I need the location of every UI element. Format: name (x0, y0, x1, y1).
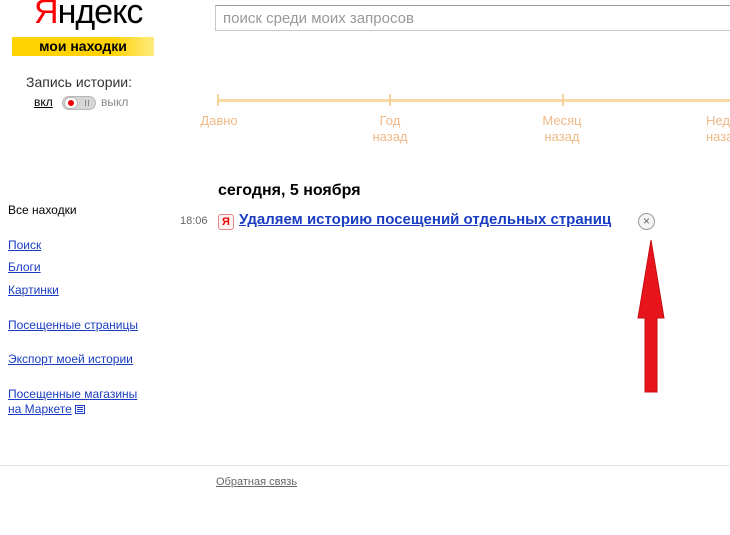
yandex-favicon-icon: Я (218, 214, 234, 230)
timeline-label-line: Давно (200, 113, 238, 128)
sidebar-item-search[interactable]: Поиск (8, 238, 41, 253)
timeline-label-line: назад (706, 129, 730, 144)
history-entry-link[interactable]: Удаляем историю посещений отдельных стра… (239, 211, 611, 228)
timeline-label-week[interactable]: Неделю назад (706, 113, 730, 145)
sidebar-item-images[interactable]: Картинки (8, 283, 59, 298)
toggle-pause-icon (85, 100, 89, 106)
sidebar-item-market-shops[interactable]: Посещенные магазины на Маркете (8, 387, 137, 417)
market-link-line[interactable]: Посещенные магазины (8, 387, 137, 402)
timeline-tick (562, 94, 564, 106)
market-link-line[interactable]: на Маркете (8, 402, 72, 416)
timeline-label-long-ago[interactable]: Давно (184, 113, 254, 129)
timeline-slider[interactable] (218, 99, 730, 102)
sidebar-item-visited-pages[interactable]: Посещенные страницы (8, 318, 138, 333)
timeline-label-line: назад (544, 129, 580, 144)
logo-letters-rest: ндекс (57, 0, 144, 31)
toggle-knob-icon (64, 97, 78, 109)
service-name: мои находки (12, 37, 154, 56)
external-window-icon (74, 405, 85, 414)
logo-letter-ya: Я (34, 0, 59, 31)
feedback-link[interactable]: Обратная связь (216, 476, 297, 488)
day-heading: сегодня, 5 ноября (218, 182, 361, 199)
timeline-label-year[interactable]: Год назад (355, 113, 425, 145)
logo-wordmark: Яндекс (34, 0, 144, 32)
red-arrow-annotation (637, 240, 665, 393)
footer-divider (0, 465, 730, 466)
timeline-label-line: Месяц (542, 113, 582, 128)
timeline-label-month[interactable]: Месяц назад (527, 113, 597, 145)
timeline-label-line: Неделю (706, 113, 730, 128)
remove-entry-button[interactable]: × (638, 213, 655, 230)
timeline-tick (389, 94, 391, 106)
history-search-input[interactable] (215, 5, 730, 31)
timeline-label-line: назад (372, 129, 408, 144)
sidebar-item-blogs[interactable]: Блоги (8, 260, 41, 275)
history-record-label: Запись истории: (26, 74, 133, 90)
history-toggle-switch[interactable] (62, 96, 96, 110)
timeline-label-line: Год (379, 113, 401, 128)
sidebar-all-finds: Все находки (8, 203, 77, 217)
entry-time: 18:06 (180, 215, 208, 227)
timeline-tick (217, 94, 219, 106)
toggle-on-label[interactable]: вкл (34, 95, 53, 109)
yandex-logo[interactable]: Яндекс мои находки (12, 0, 154, 56)
toggle-off-label[interactable]: выкл (101, 95, 128, 109)
sidebar-item-export-history[interactable]: Экспорт моей истории (8, 352, 133, 367)
